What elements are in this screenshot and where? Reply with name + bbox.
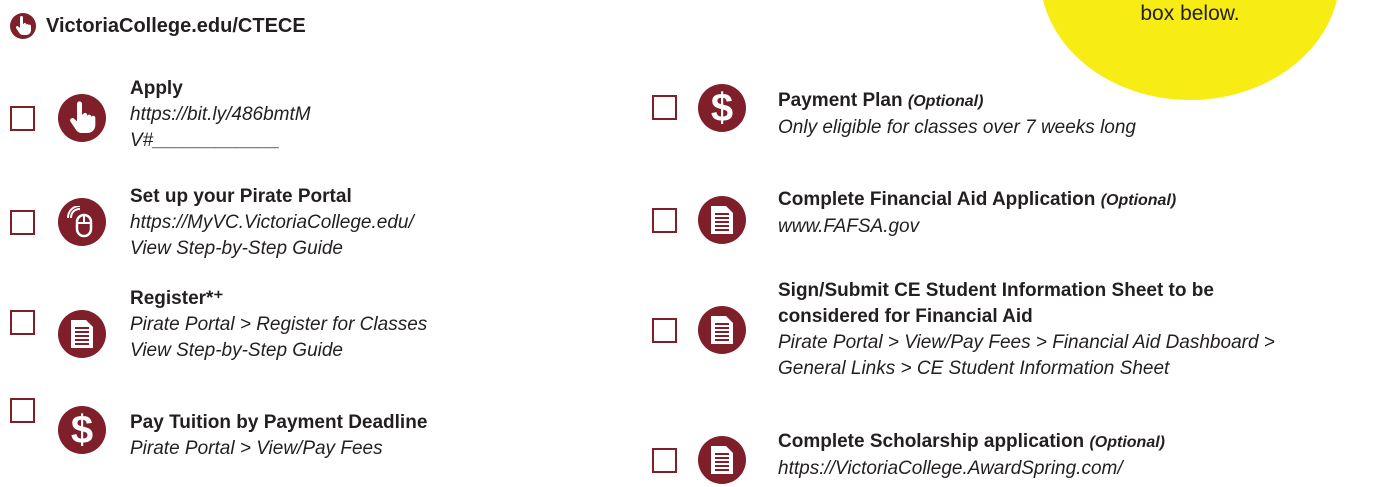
- dollar-glyph: $: [70, 408, 94, 452]
- optional-tag: (Optional): [1089, 434, 1165, 451]
- document-icon: [698, 436, 746, 484]
- optional-tag: (Optional): [907, 93, 984, 110]
- scholarship-checkbox[interactable]: [652, 448, 677, 473]
- ce-info-sheet-item: Sign/Submit CE Student Information Sheet…: [778, 278, 1275, 382]
- pay-tuition-title: Pay Tuition by Payment Deadline: [130, 412, 428, 433]
- mouse-icon: [58, 198, 106, 246]
- pay-tuition-path: Pirate Portal > View/Pay Fees: [130, 438, 383, 459]
- dollar-icon: $: [58, 406, 106, 454]
- site-header: VictoriaCollege.edu/CTECE: [10, 13, 306, 39]
- hand-pointer-icon: [58, 94, 106, 142]
- register-checkbox[interactable]: [10, 310, 35, 335]
- pay-tuition-checkbox[interactable]: [10, 398, 35, 423]
- apply-item: Apply https://bit.ly/486bmtM V#_________…: [130, 76, 311, 154]
- payment-plan-item: Payment Plan (Optional) Only eligible fo…: [778, 88, 1136, 141]
- register-guide-link[interactable]: View Step-by-Step Guide: [130, 338, 427, 364]
- site-url-link[interactable]: VictoriaCollege.edu/CTECE: [46, 15, 306, 38]
- financial-aid-title: Complete Financial Aid Application: [778, 189, 1096, 210]
- apply-title: Apply: [130, 78, 183, 99]
- register-title: Register*⁺: [130, 288, 224, 309]
- fafsa-link[interactable]: www.FAFSA.gov: [778, 214, 1176, 240]
- pirate-portal-title: Set up your Pirate Portal: [130, 186, 352, 207]
- payment-plan-note: Only eligible for classes over 7 weeks l…: [778, 117, 1137, 138]
- step-guide-link[interactable]: View Step-by-Step Guide: [130, 236, 414, 262]
- register-item: Register*⁺ Pirate Portal > Register for …: [130, 286, 427, 364]
- pay-tuition-item: Pay Tuition by Payment Deadline Pirate P…: [130, 410, 427, 462]
- apply-vnumber-field: V#____________: [130, 130, 281, 151]
- ce-info-sheet-path-line2: General Links > CE Student Information S…: [778, 358, 1170, 379]
- financial-aid-item: Complete Financial Aid Application (Opti…: [778, 187, 1176, 240]
- scholarship-title: Complete Scholarship application: [778, 431, 1085, 452]
- dollar-icon: $: [698, 84, 746, 132]
- payment-plan-title: Payment Plan: [778, 90, 903, 111]
- document-icon: [698, 306, 746, 354]
- pirate-portal-checkbox[interactable]: [10, 210, 35, 235]
- optional-tag: (Optional): [1100, 192, 1177, 209]
- myvc-link[interactable]: https://MyVC.VictoriaCollege.edu/: [130, 210, 414, 236]
- ce-info-sheet-checkbox[interactable]: [652, 318, 677, 343]
- callout-text: box below.: [1140, 2, 1240, 25]
- ce-info-sheet-path: Pirate Portal > View/Pay Fees > Financia…: [778, 332, 1275, 353]
- ce-info-sheet-title-line2: considered for Financial Aid: [778, 306, 1033, 327]
- dollar-glyph: $: [710, 86, 734, 130]
- document-icon: [698, 196, 746, 244]
- apply-link[interactable]: https://bit.ly/486bmtM: [130, 102, 311, 128]
- payment-plan-checkbox[interactable]: [652, 95, 677, 120]
- pirate-portal-item: Set up your Pirate Portal https://MyVC.V…: [130, 184, 414, 262]
- document-icon: [58, 310, 106, 358]
- hand-pointer-icon: [10, 13, 36, 39]
- awardspring-link[interactable]: https://VictoriaCollege.AwardSpring.com/: [778, 456, 1165, 482]
- ce-info-sheet-title: Sign/Submit CE Student Information Sheet…: [778, 280, 1214, 301]
- scholarship-item: Complete Scholarship application (Option…: [778, 429, 1165, 482]
- apply-checkbox[interactable]: [10, 106, 35, 131]
- register-path: Pirate Portal > Register for Classes: [130, 314, 428, 335]
- financial-aid-checkbox[interactable]: [652, 208, 677, 233]
